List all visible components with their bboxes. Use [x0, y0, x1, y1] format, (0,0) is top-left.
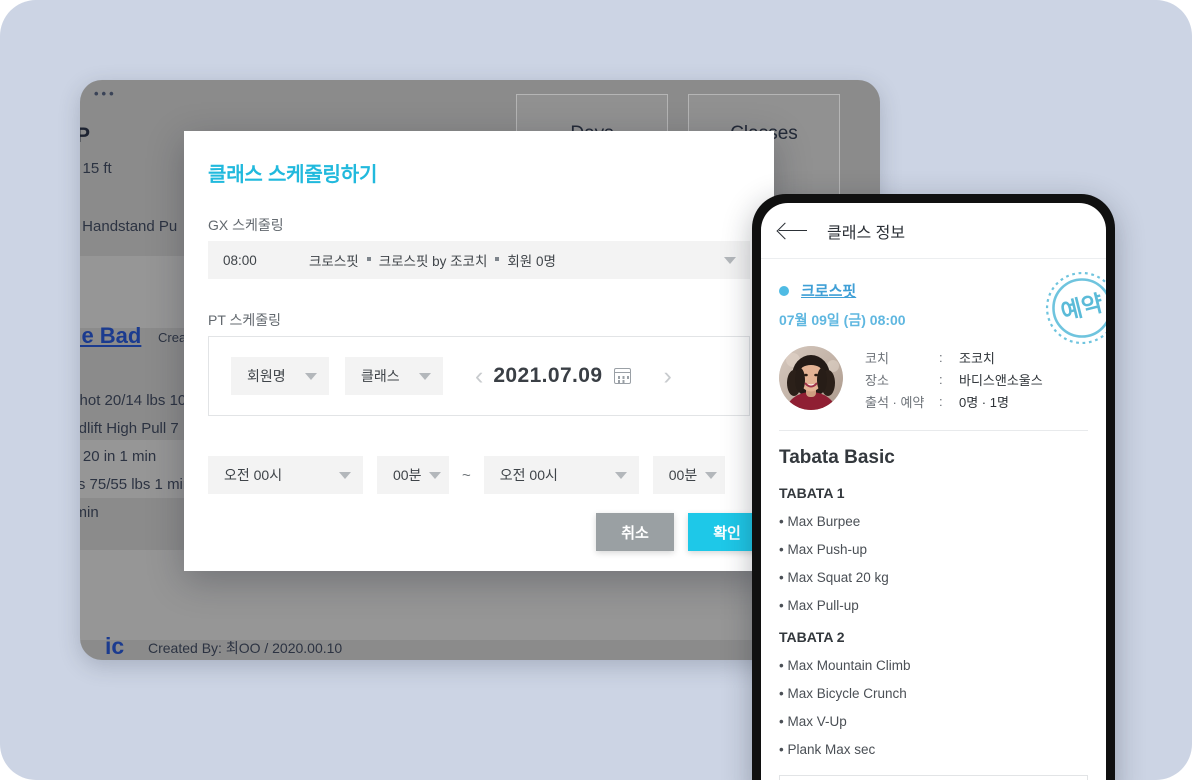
info-value: 0명 · 1명 [959, 394, 1009, 410]
list-item: • Max V-Up [779, 714, 847, 729]
bg-text-line-4: l Shot 20/14 lbs 10 [80, 392, 187, 409]
gx-coach-info: 크로스핏 by 조코치 [378, 254, 488, 269]
bg-text-line-2: p 15 ft [80, 160, 112, 177]
class-select[interactable]: 클래스 [345, 357, 443, 395]
gx-schedule-row[interactable]: 08:00 크로스핏 크로스핏 by 조코치 회원 0명 [208, 241, 750, 279]
prev-day-icon[interactable]: ‹ [469, 363, 489, 389]
chevron-down-icon [429, 471, 441, 479]
gx-scheduling-label: GX 스케줄링 [208, 217, 284, 233]
time-range-row: 오전 00시 00분 ~ 오전 00시 00분 [208, 456, 768, 494]
chevron-down-icon[interactable] [724, 256, 736, 264]
bg-text-line-5: eadlift High Pull 7 [80, 420, 179, 437]
section-heading-tabata-1: TABATA 1 [779, 485, 845, 501]
phone-header: 클래스 정보 [761, 203, 1106, 259]
workout-title: Tabata Basic [779, 447, 895, 468]
bg-footer-logo: ic [105, 633, 125, 659]
bg-link-suffix: Crea [158, 330, 187, 345]
cancel-button[interactable]: 취소 [596, 513, 674, 551]
end-minute-value: 00분 [668, 467, 698, 483]
list-item: • Max Mountain Climb [779, 658, 911, 673]
bg-text-line-8: 1 min [80, 504, 99, 521]
gx-time: 08:00 [223, 252, 257, 268]
bg-text-line-3: ing Handstand Pu [80, 218, 178, 235]
info-colon: : [939, 393, 943, 409]
start-hour-select[interactable]: 오전 00시 [208, 456, 363, 494]
info-colon: : [939, 349, 943, 365]
window-dots: ••• [94, 86, 117, 101]
class-datetime: 07월 09일 (금) 08:00 [779, 312, 906, 328]
info-row-attendance: 출석 · 예약 : 0명 · 1명 [865, 390, 1043, 412]
phone-screen: 클래스 정보 예약 크로스핏 07월 09일 (금) 08:00 코치: 조코… [761, 203, 1106, 780]
coach-avatar [779, 346, 843, 410]
bg-link[interactable]: ne Bad [80, 323, 141, 349]
end-hour-value: 오전 00시 [499, 467, 558, 483]
pt-scheduling-label: PT 스케줄링 [208, 312, 282, 328]
avatar-photo [779, 346, 843, 410]
class-scheduling-modal: 클래스 스케줄링하기 GX 스케줄링 08:00 크로스핏 크로스핏 by 조코… [184, 131, 774, 571]
list-item: • Max Pull-up [779, 598, 859, 613]
reservation-stamp-icon: 예약 [1045, 271, 1106, 345]
gx-separator-1 [366, 257, 371, 261]
member-name-select-value: 회원명 [247, 368, 286, 384]
info-key: 장소 [865, 372, 889, 388]
next-day-icon[interactable]: › [657, 363, 677, 389]
calendar-icon[interactable] [614, 368, 632, 384]
status-dot-icon [779, 285, 789, 296]
info-value: 바디스앤소울스 [959, 372, 1043, 388]
chevron-down-icon [614, 471, 627, 479]
end-minute-select[interactable]: 00분 [652, 456, 725, 494]
list-item: • Max Push-up [779, 542, 868, 557]
chevron-down-icon [339, 471, 351, 479]
screenshot-stage: ••• Days Classes 2 P p 15 ft ing Handsta… [0, 0, 1192, 780]
list-item: • Max Squat 20 kg [779, 570, 889, 585]
coach-info-table: 코치 : 조코치 장소 : 바디스앤소울스 출석 · 예약 : 0명 · 1명 [865, 346, 1043, 412]
modal-title: 클래스 스케줄링하기 [208, 164, 378, 186]
chevron-down-icon [419, 372, 431, 380]
bg-text-line-7: ess 75/55 lbs 1 min [80, 476, 192, 493]
list-item: • Max Burpee [779, 514, 861, 529]
bg-footer-text: Created By: 최OO / 2020.00.10 [148, 640, 343, 656]
start-minute-select[interactable]: 00분 [377, 456, 449, 494]
class-name-row: 크로스핏 [779, 280, 1088, 301]
end-hour-select[interactable]: 오전 00시 [483, 456, 639, 494]
start-minute-value: 00분 [393, 467, 422, 483]
gx-class-name: 크로스핏 [309, 254, 359, 269]
info-colon: : [939, 371, 943, 387]
back-arrow-icon[interactable] [779, 222, 807, 240]
date-navigator: ‹ 2021.07.09 › [469, 363, 678, 389]
info-row-coach: 코치 : 조코치 [865, 346, 1043, 368]
gx-separator-2 [495, 257, 500, 261]
start-hour-value: 오전 00시 [224, 467, 283, 483]
info-row-location: 장소 : 바디스앤소울스 [865, 368, 1043, 390]
modal-action-buttons: 취소 확인 [596, 513, 766, 551]
selected-date: 2021.07.09 [493, 364, 603, 387]
list-item: • Plank Max sec [779, 742, 876, 757]
phone-body: 예약 크로스핏 07월 09일 (금) 08:00 코치: 조코치 장소: … [761, 271, 1106, 780]
time-range-separator: ~ [462, 466, 471, 484]
class-name-link[interactable]: 크로스핏 [801, 280, 856, 301]
chevron-down-icon [305, 372, 317, 380]
workout-note: * Rest 1 Min Between Sets [779, 775, 1088, 780]
chevron-down-icon [704, 471, 717, 479]
bg-text-line-6: np 20 in 1 min [80, 448, 157, 465]
coach-info-row: 코치 : 조코치 장소 : 바디스앤소울스 출석 · 예약 : 0명 · 1명 [779, 346, 1088, 412]
member-name-select[interactable]: 회원명 [231, 357, 329, 395]
list-item: • Max Bicycle Crunch [779, 686, 907, 701]
section-heading-tabata-2: TABATA 2 [779, 629, 845, 645]
pt-filter-box: 회원명 클래스 ‹ 2021.07.09 › [208, 336, 750, 416]
info-key: 출석 · 예약 [865, 394, 925, 410]
divider [779, 430, 1088, 431]
phone-page-title: 클래스 정보 [827, 224, 906, 242]
info-key: 코치 [865, 350, 889, 366]
bg-text-line-1: P [80, 124, 91, 147]
gx-member-count: 회원 0명 [507, 254, 556, 269]
phone-mockup: 클래스 정보 예약 크로스핏 07월 09일 (금) 08:00 코치: 조코… [752, 194, 1115, 780]
class-select-value: 클래스 [361, 368, 400, 384]
info-value: 조코치 [959, 350, 995, 366]
